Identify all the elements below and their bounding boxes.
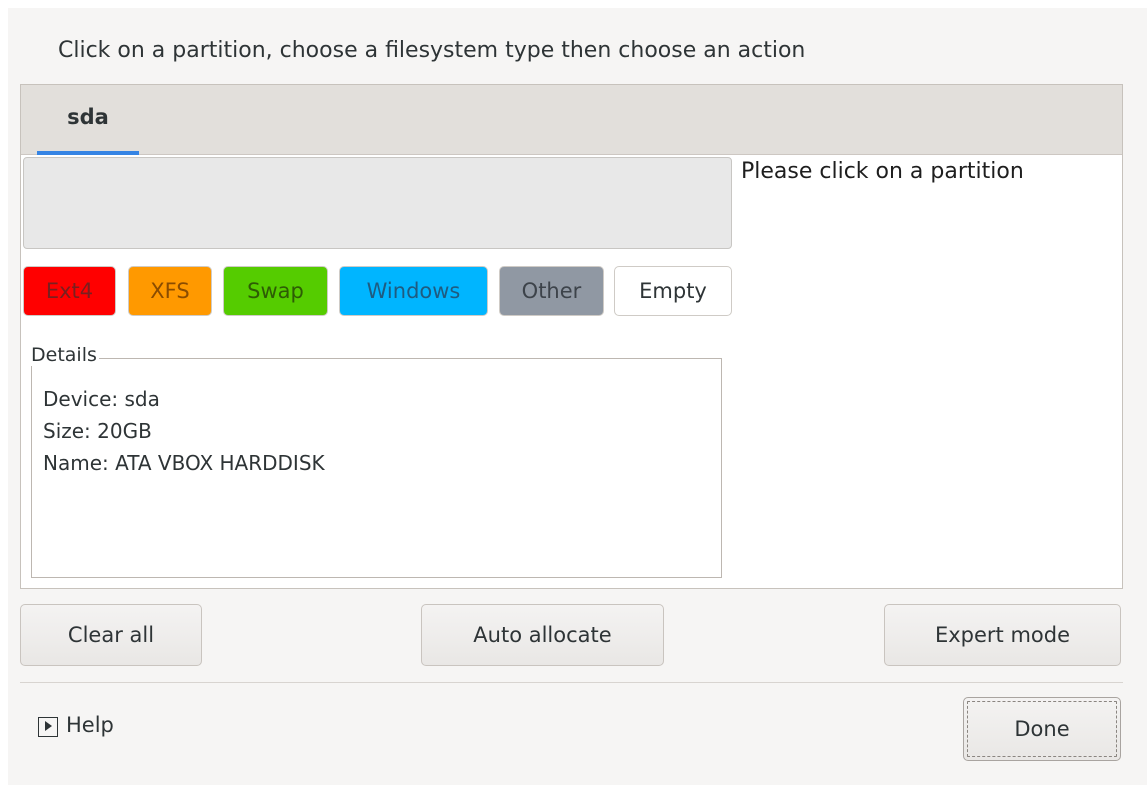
fs-type-windows-button[interactable]: Windows [339,266,488,316]
clear-all-button[interactable]: Clear all [20,604,202,666]
details-device: Device: sda [43,387,160,411]
partition-bar[interactable] [23,157,732,249]
expert-mode-button[interactable]: Expert mode [884,604,1121,666]
tab-sda[interactable]: sda [37,85,139,155]
disk-notebook: sda Ext4 XFS Swap Windows Other Empty De… [20,84,1123,589]
expander-arrow-icon [38,717,58,737]
partitioning-window: Click on a partition, choose a filesyste… [8,8,1147,785]
details-name: Name: ATA VBOX HARDDISK [43,451,325,475]
done-button[interactable]: Done [963,697,1121,761]
tab-label: sda [67,105,109,129]
auto-allocate-button[interactable]: Auto allocate [421,604,664,666]
tab-bar: sda [21,85,1122,155]
partition-info-message: Please click on a partition [741,159,1024,184]
fs-type-empty-button[interactable]: Empty [614,266,732,316]
help-label: Help [66,713,114,737]
details-size: Size: 20GB [43,419,152,443]
fs-type-ext4-button[interactable]: Ext4 [23,266,116,316]
instruction-text: Click on a partition, choose a filesyste… [58,38,806,63]
fs-type-other-button[interactable]: Other [499,266,604,316]
separator [20,682,1123,683]
fs-type-swap-button[interactable]: Swap [223,266,328,316]
fs-type-xfs-button[interactable]: XFS [128,266,212,316]
active-tab-indicator [37,151,139,155]
details-legend: Details [31,344,99,366]
details-frame: Device: sda Size: 20GB Name: ATA VBOX HA… [31,358,722,578]
